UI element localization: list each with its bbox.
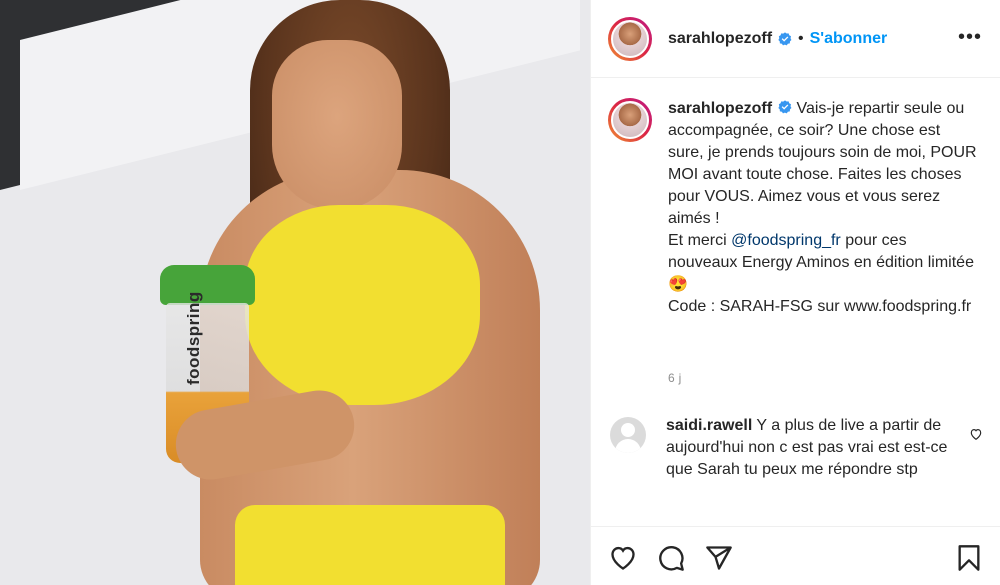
instagram-post: foodspring sarahlopezoff • S'abonner •••… — [0, 0, 1000, 585]
post-header: sarahlopezoff • S'abonner ••• — [591, 0, 1000, 78]
post-caption: sarahlopezoff Vais-je repartir seule ou … — [608, 98, 988, 318]
shaker-brand-text: foodspring — [184, 291, 203, 385]
shaker-lid — [160, 265, 255, 305]
caption-text: sarahlopezoff Vais-je repartir seule ou … — [668, 98, 978, 318]
caption-avatar[interactable] — [611, 101, 649, 139]
post-photo[interactable]: foodspring — [0, 0, 590, 585]
header-username[interactable]: sarahlopezoff — [668, 30, 772, 48]
caption-username[interactable]: sarahlopezoff — [668, 100, 772, 117]
mention-link[interactable]: @foodspring_fr — [731, 232, 841, 249]
bikini-top — [245, 205, 480, 405]
comment-avatar[interactable] — [610, 417, 646, 453]
verified-badge-icon — [778, 31, 792, 45]
comment-username[interactable]: saidi.rawell — [666, 417, 752, 434]
comment-bubble-icon[interactable] — [657, 544, 685, 572]
avatar-body-shape — [615, 439, 641, 453]
action-bar — [591, 526, 1000, 585]
comment-like-heart-icon[interactable] — [969, 427, 983, 441]
comment-item: saidi.rawell Y a plus de live a partir d… — [608, 415, 988, 481]
save-bookmark-icon[interactable] — [955, 544, 983, 572]
avatar[interactable] — [611, 19, 649, 58]
bikini-bottom — [235, 505, 505, 585]
avatar-head-shape — [621, 423, 635, 437]
header-avatar-ring[interactable] — [608, 16, 652, 61]
person-face — [272, 40, 402, 210]
header-separator: • — [798, 29, 804, 47]
follow-button[interactable]: S'abonner — [810, 30, 888, 48]
more-options-icon[interactable]: ••• — [958, 26, 982, 49]
caption-avatar-ring[interactable] — [608, 98, 652, 142]
post-side-panel: sarahlopezoff • S'abonner ••• sarahlopez… — [590, 0, 1000, 585]
like-heart-icon[interactable] — [609, 544, 637, 572]
verified-badge-icon — [778, 100, 792, 114]
comment-text: saidi.rawell Y a plus de live a partir d… — [666, 415, 956, 481]
share-paper-plane-icon[interactable] — [705, 544, 733, 572]
post-age[interactable]: 6 j — [668, 371, 682, 385]
caption-body-part1: Vais-je repartir seule ou accompagnée, c… — [668, 100, 977, 249]
